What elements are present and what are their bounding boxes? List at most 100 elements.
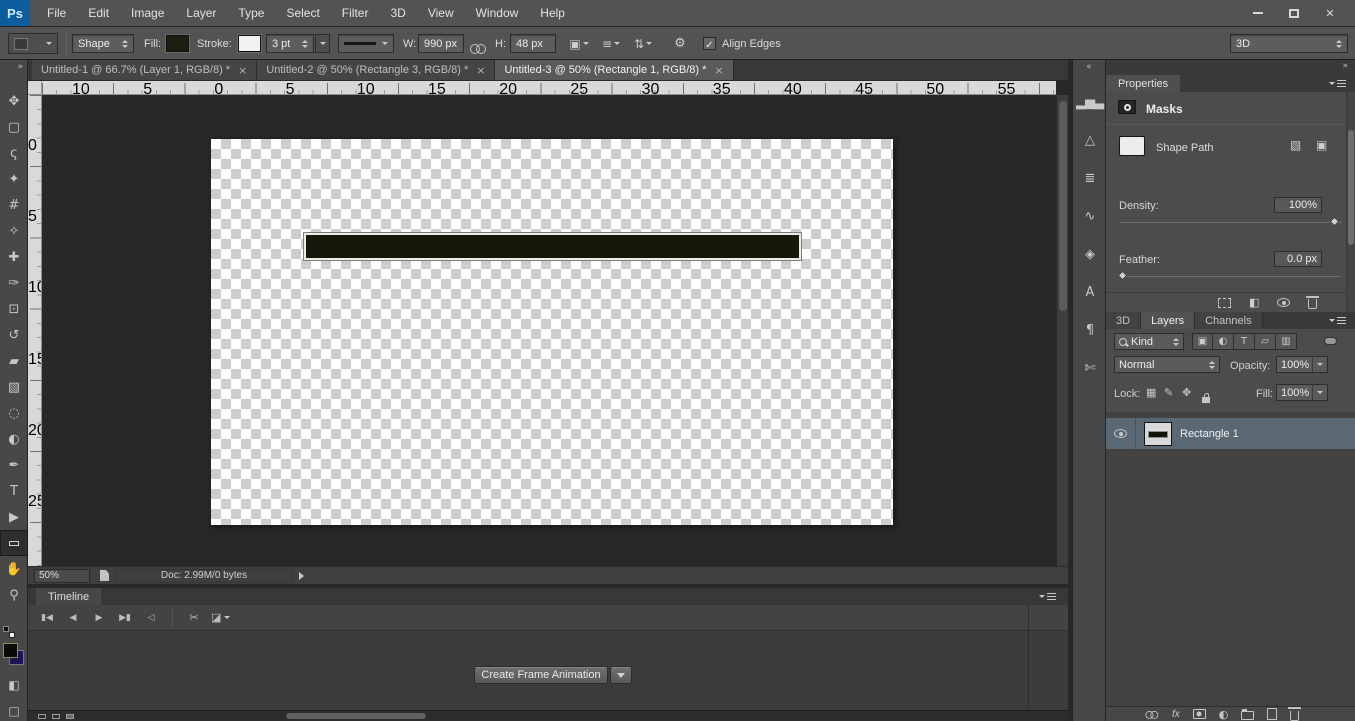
clone-source-panel-icon[interactable]: ✄ xyxy=(1073,349,1106,387)
document-tab[interactable]: Untitled-1 @ 66.7% (Layer 1, RGB/8) * × xyxy=(32,60,258,80)
rectangular-marquee-tool[interactable]: ▢ xyxy=(0,114,28,140)
canvas[interactable] xyxy=(211,139,893,525)
zoom-level-field[interactable]: 50% xyxy=(34,568,90,583)
styles-panel-icon[interactable]: ◈ xyxy=(1073,235,1106,273)
layer-name[interactable]: Rectangle 1 xyxy=(1180,428,1239,440)
timeline-panel-menu-icon[interactable] xyxy=(1039,593,1056,600)
ruler-vertical[interactable]: 0 5 10 15 20 25 xyxy=(28,95,42,566)
move-tool[interactable]: ✥ xyxy=(0,88,28,114)
menu-item-filter[interactable]: Filter xyxy=(331,0,380,26)
new-adjustment-layer-icon[interactable]: ◐ xyxy=(1219,708,1229,721)
tab-channels[interactable]: Channels xyxy=(1195,312,1263,329)
tab-properties[interactable]: Properties xyxy=(1106,75,1181,92)
previous-frame-button[interactable]: ◀ xyxy=(60,608,86,628)
path-arrangement-button[interactable]: ⇅ xyxy=(630,34,656,53)
density-slider[interactable] xyxy=(1119,216,1341,227)
tool-mode-select[interactable]: Shape xyxy=(72,34,134,53)
menu-item-window[interactable]: Window xyxy=(465,0,530,26)
link-layers-icon[interactable] xyxy=(1145,710,1159,719)
fill-opacity-field[interactable]: 100% xyxy=(1276,384,1328,401)
collapse-panels-icon[interactable]: » xyxy=(1342,61,1348,71)
menu-item-view[interactable]: View xyxy=(417,0,465,26)
menu-item-help[interactable]: Help xyxy=(529,0,576,26)
layer-row[interactable]: Rectangle 1 xyxy=(1106,418,1355,449)
paragraph-panel-icon[interactable]: ¶ xyxy=(1073,311,1106,349)
lock-transparency-icon[interactable]: ▦ xyxy=(1146,386,1156,399)
stroke-width-dropdown-button[interactable] xyxy=(315,34,330,53)
stroke-swatch[interactable] xyxy=(238,35,261,52)
feather-field[interactable]: 0.0 px xyxy=(1274,251,1322,267)
horizontal-type-tool[interactable]: T xyxy=(0,478,28,504)
quick-mask-button[interactable]: ◧ xyxy=(0,678,28,692)
lock-position-icon[interactable]: ✥ xyxy=(1182,386,1191,399)
shape-width-input[interactable]: 990 px xyxy=(418,34,464,53)
scrollbar-thumb[interactable] xyxy=(1059,101,1067,311)
eraser-tool[interactable]: ▰ xyxy=(0,348,28,374)
add-layer-mask-icon[interactable] xyxy=(1192,709,1206,719)
workspace-select[interactable]: 3D xyxy=(1230,34,1348,53)
close-button[interactable]: ✕ xyxy=(1323,6,1337,20)
zoom-tool[interactable]: ⚲ xyxy=(0,582,28,608)
character-panel-icon[interactable]: A xyxy=(1073,273,1106,311)
layer-visibility-eye-icon[interactable] xyxy=(1114,429,1127,438)
next-frame-button[interactable]: ▶▮ xyxy=(112,608,138,628)
minimize-button[interactable] xyxy=(1251,6,1265,20)
filter-adjustment-layers-button[interactable]: ◐ xyxy=(1213,333,1234,350)
tab-3d[interactable]: 3D xyxy=(1106,312,1142,329)
delete-layer-icon[interactable] xyxy=(1288,707,1302,721)
expand-panels-icon[interactable]: « xyxy=(1073,60,1105,75)
shape-options-gear-button[interactable]: ⚙ xyxy=(668,34,692,53)
dodge-tool[interactable]: ◐ xyxy=(0,426,28,452)
menu-item-3d[interactable]: 3D xyxy=(379,0,416,26)
shape-height-input[interactable]: 48 px xyxy=(510,34,556,53)
quick-selection-tool[interactable]: ✦ xyxy=(0,166,28,192)
hand-tool[interactable]: ✋ xyxy=(0,556,28,582)
blend-mode-select[interactable]: Normal xyxy=(1114,356,1220,373)
ruler-corner[interactable] xyxy=(28,81,42,95)
ruler-horizontal[interactable]: 10 5 0 5 10 15 20 25 30 35 40 45 50 55 xyxy=(42,81,1056,95)
filter-shape-layers-button[interactable]: ▱ xyxy=(1255,333,1276,350)
spot-healing-brush-tool[interactable]: ✚ xyxy=(0,244,28,270)
filter-smart-objects-button[interactable]: ▥ xyxy=(1276,333,1297,350)
screen-mode-button[interactable]: □ xyxy=(0,704,28,718)
filter-pixel-layers-button[interactable]: ▣ xyxy=(1192,333,1213,350)
lock-all-icon[interactable] xyxy=(1202,393,1210,403)
curves-panel-icon[interactable]: ∿ xyxy=(1073,197,1106,235)
stroke-width-field[interactable]: 3 pt xyxy=(266,34,314,53)
tab-close-icon[interactable]: × xyxy=(238,64,247,77)
rectangle-tool[interactable]: ▭ xyxy=(0,530,28,556)
transition-button[interactable]: ◪ xyxy=(207,608,234,628)
canvas-vertical-scrollbar[interactable] xyxy=(1056,95,1068,566)
play-button[interactable]: ▶ xyxy=(86,608,112,628)
create-frame-animation-button[interactable]: Create Frame Animation xyxy=(474,666,608,684)
clone-stamp-tool[interactable]: ⊡ xyxy=(0,296,28,322)
layer-effects-button[interactable]: fx xyxy=(1172,709,1180,720)
lock-paint-icon[interactable]: ✎ xyxy=(1164,386,1173,399)
timeline-option-icon[interactable] xyxy=(66,714,74,719)
invert-mask-icon[interactable]: ◧ xyxy=(1249,296,1259,309)
align-edges-checkbox[interactable]: ✓ xyxy=(703,37,716,51)
layer-thumbnail[interactable] xyxy=(1144,421,1172,446)
go-to-first-frame-button[interactable]: ▮◀ xyxy=(34,608,60,628)
foreground-color-swatch[interactable] xyxy=(3,643,18,658)
document-tab[interactable]: Untitled-3 @ 50% (Rectangle 1, RGB/8) * × xyxy=(495,60,734,80)
path-alignment-button[interactable]: ≡ xyxy=(598,34,624,53)
filter-type-layers-button[interactable]: T xyxy=(1234,333,1255,350)
feather-slider[interactable] xyxy=(1117,270,1341,281)
create-frame-animation-dropdown[interactable] xyxy=(610,666,632,684)
menu-item-edit[interactable]: Edit xyxy=(77,0,120,26)
menu-item-layer[interactable]: Layer xyxy=(175,0,227,26)
shape-rectangle[interactable] xyxy=(303,232,802,261)
mask-from-selection-icon[interactable] xyxy=(1218,297,1231,308)
history-brush-tool[interactable]: ↺ xyxy=(0,322,28,348)
tab-close-icon[interactable]: × xyxy=(714,64,723,77)
brush-tool[interactable]: ✑ xyxy=(0,270,28,296)
menu-item-image[interactable]: Image xyxy=(120,0,175,26)
menu-item-select[interactable]: Select xyxy=(275,0,330,26)
timeline-option-icon[interactable] xyxy=(38,714,46,719)
fill-swatch[interactable] xyxy=(166,35,189,52)
menu-item-file[interactable]: File xyxy=(36,0,77,26)
new-group-icon[interactable] xyxy=(1241,708,1255,720)
gradient-tool[interactable]: ▧ xyxy=(0,374,28,400)
tab-timeline[interactable]: Timeline xyxy=(36,588,102,605)
